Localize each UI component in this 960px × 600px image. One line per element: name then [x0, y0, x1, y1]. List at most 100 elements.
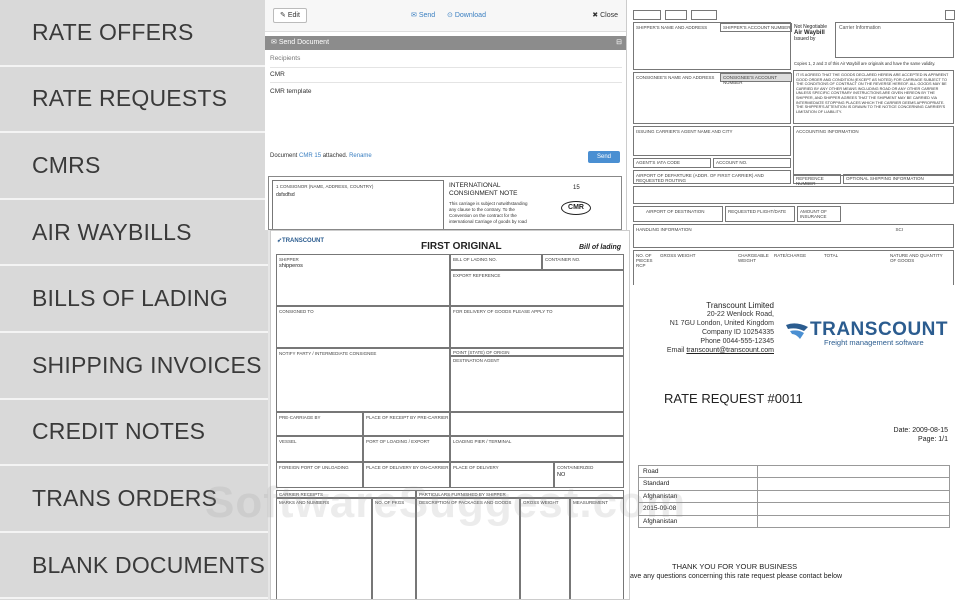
message-textarea[interactable]: CMR template — [270, 88, 622, 146]
bol-shipper-label: SHIPPER — [279, 257, 299, 262]
bol-description-label: DESCRIPTION OF PACKAGES AND GOODS — [419, 500, 512, 505]
sidebar-item-air-waybills[interactable]: AIR WAYBILLS — [0, 200, 268, 267]
awb-handling-box: HANDLING INFORMATION SCI — [633, 224, 954, 248]
cmr-stamp: CMR — [561, 201, 591, 215]
company-phone: Phone 0044-555-12345 — [700, 338, 774, 345]
awb-flight-label: REQUESTED FLIGHT/DATE — [728, 209, 787, 214]
awb-account-no-label: ACCOUNT NO. — [716, 160, 748, 165]
awb-copies-note: Copies 1, 2 and 3 of this Air Waybill ar… — [794, 61, 936, 66]
bol-blank-box — [450, 412, 624, 436]
bol-export-ref-box: EXPORT REFERENCE — [450, 270, 624, 306]
bol-loading-pier-box: LOADING PIER / TERMINAL — [450, 436, 624, 462]
awb-departure-box: AIRPORT OF DEPARTURE (ADDR. OF FIRST CAR… — [633, 170, 791, 184]
rate-request-page: Page: 1/1 — [918, 436, 948, 443]
sidebar-item-bills-of-lading[interactable]: BILLS OF LADING — [0, 266, 268, 333]
table-row: Afghanistan — [638, 490, 950, 504]
bol-gross-col: GROSS WEIGHT — [520, 498, 570, 599]
air-waybill-document: SHIPPER'S NAME AND ADDRESS SHIPPER'S ACC… — [627, 0, 960, 290]
company-city: N1 7GU London, United Kingdom — [669, 320, 774, 327]
table-cell: Standard — [643, 480, 670, 488]
bol-receipt-label: PLACE OF RECEIPT BY PRE-CARRIER — [366, 415, 449, 420]
sidebar-item-rate-requests[interactable]: RATE REQUESTS — [0, 67, 268, 134]
send-link[interactable]: ✉ Send — [411, 11, 435, 19]
recipients-label: Recipients — [270, 55, 301, 62]
bol-delivery-apply-box: FOR DELIVERY OF GOODS PLEASE APPLY TO — [450, 306, 624, 348]
awb-box-b — [665, 10, 687, 20]
logo-subtitle: Freight management software — [824, 338, 924, 347]
awb-accounting-label: ACCOUNTING INFORMATION — [796, 129, 859, 134]
send-button[interactable]: Send — [588, 151, 620, 163]
bol-notify-label: NOTIFY PARTY / INTERMEDIATE CONSIGNEE — [279, 351, 377, 356]
envelope-icon: ✉ — [271, 39, 277, 46]
awb-gross-label: GROSS WEIGHT — [660, 253, 696, 258]
bol-origin-label: POINT (STATE) OF ORIGIN — [453, 350, 510, 355]
email-prefix: Email — [666, 347, 685, 354]
bol-logo: ➶TRANSCOUNT — [277, 237, 324, 244]
rate-request-date: Date: 2009-08-15 — [893, 427, 948, 434]
send-document-header: ✉ Send Document ⊟ — [265, 36, 626, 50]
bol-loading-pier-label: LOADING PIER / TERMINAL — [453, 439, 512, 444]
bol-containerized-box: CONTAINERIZED NO — [554, 462, 624, 488]
awb-iata-label: AGENT'S IATA CODE — [636, 160, 680, 165]
awb-handling-label: HANDLING INFORMATION — [636, 227, 692, 232]
bol-export-ref-label: EXPORT REFERENCE — [453, 273, 501, 278]
rename-link[interactable]: Rename — [349, 153, 372, 159]
bol-containerized-value: NO — [557, 472, 566, 478]
awb-destination-box: AIRPORT OF DESTINATION — [633, 206, 723, 222]
attachment-link[interactable]: CMR 15 — [299, 153, 321, 159]
download-icon: ⊙ — [447, 12, 453, 19]
awb-departure-label: AIRPORT OF DEPARTURE (ADDR. OF FIRST CAR… — [636, 173, 764, 183]
sidebar: RATE OFFERS RATE REQUESTS CMRS AIR WAYBI… — [0, 0, 268, 600]
bol-delivery-carrier-label: PLACE OF DELIVERY BY ON-CARRIER — [366, 465, 449, 470]
bol-carrier-receipt-label: CARRIER RECEIPTS — [279, 492, 324, 497]
sidebar-item-shipping-invoices[interactable]: SHIPPING INVOICES — [0, 333, 268, 400]
download-link[interactable]: ⊙ Download — [447, 11, 486, 19]
bol-destination-agent-box: DESTINATION AGENT — [450, 356, 624, 412]
rate-request-document: Transcount Limited 20-22 Wenlock Road, N… — [630, 285, 960, 600]
bol-discharge-box: FOREIGN PORT OF UNLOADING — [276, 462, 363, 488]
table-cell: Afghanistan — [643, 492, 678, 500]
awb-consignee-box: CONSIGNEE'S NAME AND ADDRESS CONSIGNEE'S… — [633, 72, 792, 124]
edit-button[interactable]: ✎ Edit — [273, 8, 307, 23]
awb-insurance-box: AMOUNT OF INSURANCE — [797, 206, 841, 222]
awb-nature-label: NATURE AND QUANTITY OF GOODS — [890, 253, 943, 263]
table-cell: Road — [643, 468, 659, 475]
sidebar-item-blank-documents[interactable]: BLANK DOCUMENTS — [0, 533, 268, 600]
awb-consignee-acct-label: CONSIGNEE'S ACCOUNT NUMBER — [723, 75, 778, 85]
bol-delivery-carrier-box: PLACE OF DELIVERY BY ON-CARRIER — [363, 462, 450, 488]
bol-measurement-col: MEASUREMENT — [570, 498, 624, 599]
awb-shipper-label: SHIPPER'S NAME AND ADDRESS — [636, 25, 708, 30]
bol-loading-port-box: PORT OF LOADING / EXPORT — [363, 436, 450, 462]
bol-subtitle: Bill of lading — [579, 244, 621, 251]
awb-routing-row — [633, 186, 954, 204]
bol-consigned-label: CONSIGNED TO — [279, 309, 314, 314]
sidebar-item-credit-notes[interactable]: CREDIT NOTES — [0, 400, 268, 467]
send-document-title: Send Document — [278, 39, 330, 46]
awb-carrier-box: Carrier Information — [835, 22, 954, 58]
bol-logo-text: TRANSCOUNT — [282, 238, 325, 244]
awb-flight-box: REQUESTED FLIGHT/DATE — [725, 206, 795, 222]
close-button[interactable]: ✖ Close — [592, 11, 618, 19]
close-icon: ✖ — [592, 12, 599, 19]
awb-accounting-box: ACCOUNTING INFORMATION — [793, 126, 954, 176]
bol-particulars-box: PARTICULARS FURNISHED BY SHIPPER — [416, 490, 624, 498]
bol-container-box: CONTAINER NO. — [542, 254, 624, 270]
sidebar-item-cmrs[interactable]: CMRS — [0, 133, 268, 200]
bol-container-label: CONTAINER NO. — [545, 257, 581, 262]
awb-shipper-box: SHIPPER'S NAME AND ADDRESS SHIPPER'S ACC… — [633, 22, 792, 70]
contact-text: ave any questions concerning this rate r… — [630, 573, 843, 580]
sidebar-item-trans-orders[interactable]: TRANS ORDERS — [0, 466, 268, 533]
awb-title-block: Not Negotiable Air Waybill Issued by — [794, 24, 827, 42]
bol-delivery-place-label: PLACE OF DELIVERY — [453, 465, 499, 470]
awb-agent-label: ISSUING CARRIER'S AGENT NAME AND CITY — [636, 129, 733, 134]
logo-swoosh-icon — [786, 323, 808, 339]
awb-pieces-label: NO. OF PIECES RCP — [636, 253, 653, 268]
collapse-icon[interactable]: ⊟ — [616, 36, 622, 50]
subject-input[interactable]: CMR — [270, 71, 622, 83]
sidebar-item-rate-offers[interactable]: RATE OFFERS — [0, 0, 268, 67]
bill-of-lading-document: ➶TRANSCOUNT FIRST ORIGINAL Bill of ladin… — [270, 230, 630, 600]
recipients-field[interactable] — [270, 62, 622, 68]
awb-account-no-box: ACCOUNT NO. — [713, 158, 791, 168]
screenshot-root: RATE OFFERS RATE REQUESTS CMRS AIR WAYBI… — [0, 0, 960, 600]
bol-shipper-value: shipperos — [279, 263, 303, 269]
